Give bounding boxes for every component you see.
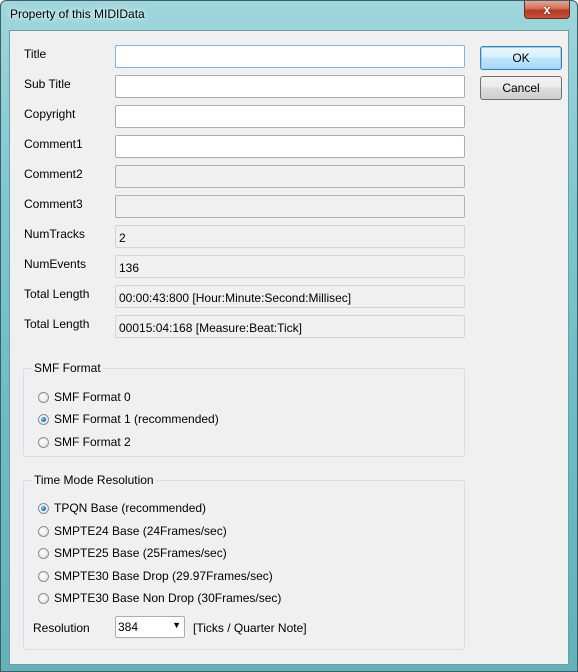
radio-icon <box>38 525 49 537</box>
numtracks-value: 2 <box>115 225 465 248</box>
numevents-value: 136 <box>115 255 465 278</box>
title-bar[interactable]: Property of this MIDIData x <box>1 1 578 27</box>
ok-button[interactable]: OK <box>480 46 562 70</box>
radio-icon <box>38 391 49 403</box>
smpte24-option[interactable]: SMPTE24 Base (24Frames/sec) <box>38 523 227 539</box>
chevron-down-icon[interactable]: ▼ <box>172 620 181 630</box>
total-length-time-label: Total Length <box>24 287 90 301</box>
smf-format-group-title: SMF Format <box>32 361 103 375</box>
radio-icon <box>38 592 49 604</box>
radio-checked-icon <box>38 502 49 514</box>
smf-format-2-label: SMF Format 2 <box>54 435 131 449</box>
numtracks-label: NumTracks <box>24 227 85 241</box>
radio-icon <box>38 570 49 582</box>
close-button[interactable]: x <box>524 1 570 19</box>
time-mode-group: Time Mode Resolution TPQN Base (recommen… <box>23 473 465 650</box>
title-label: Title <box>24 47 47 61</box>
comment2-input <box>115 165 465 188</box>
smpte25-option[interactable]: SMPTE25 Base (25Frames/sec) <box>38 545 227 561</box>
smpte25-label: SMPTE25 Base (25Frames/sec) <box>54 546 227 560</box>
title-input[interactable] <box>115 45 465 68</box>
resolution-dropdown[interactable]: 384 ▼ <box>115 616 185 638</box>
resolution-label: Resolution <box>33 621 90 635</box>
smf-format-1-option[interactable]: SMF Format 1 (recommended) <box>38 411 219 427</box>
comment2-label: Comment2 <box>24 167 83 181</box>
smpte30-nondrop-option[interactable]: SMPTE30 Base Non Drop (30Frames/sec) <box>38 590 281 606</box>
smpte24-label: SMPTE24 Base (24Frames/sec) <box>54 524 227 538</box>
total-length-measure-label: Total Length <box>24 317 90 331</box>
smf-format-0-label: SMF Format 0 <box>54 390 131 404</box>
dialog-client-area: Title Sub Title Copyright Comment1 Comme… <box>9 30 569 665</box>
copyright-input[interactable] <box>115 105 465 128</box>
radio-icon <box>38 436 49 448</box>
radio-icon <box>38 547 49 559</box>
total-length-measure-value: 00015:04:168 [Measure:Beat:Tick] <box>115 315 465 338</box>
dialog-window: Property of this MIDIData x Title Sub Ti… <box>0 0 578 672</box>
cancel-button[interactable]: Cancel <box>480 76 562 100</box>
comment1-label: Comment1 <box>24 137 83 151</box>
smpte30-nondrop-label: SMPTE30 Base Non Drop (30Frames/sec) <box>54 591 282 605</box>
smf-format-1-label: SMF Format 1 (recommended) <box>54 412 219 426</box>
copyright-label: Copyright <box>24 107 76 121</box>
tpqn-base-label: TPQN Base (recommended) <box>54 501 207 515</box>
resolution-value: 384 <box>118 620 139 634</box>
tpqn-base-option[interactable]: TPQN Base (recommended) <box>38 500 206 516</box>
smpte30-drop-option[interactable]: SMPTE30 Base Drop (29.97Frames/sec) <box>38 568 273 584</box>
smpte30-drop-label: SMPTE30 Base Drop (29.97Frames/sec) <box>54 569 273 583</box>
subtitle-input[interactable] <box>115 75 465 98</box>
smf-format-group: SMF Format SMF Format 0 SMF Format 1 (re… <box>23 361 465 457</box>
resolution-unit-label: [Ticks / Quarter Note] <box>193 621 307 635</box>
numevents-label: NumEvents <box>24 257 87 271</box>
comment3-label: Comment3 <box>24 197 83 211</box>
total-length-time-value: 00:00:43:800 [Hour:Minute:Second:Millise… <box>115 285 465 308</box>
subtitle-label: Sub Title <box>24 77 71 91</box>
close-icon: x <box>543 2 551 17</box>
window-title: Property of this MIDIData <box>10 7 145 21</box>
radio-checked-icon <box>38 413 49 425</box>
comment3-input <box>115 195 465 218</box>
comment1-input[interactable] <box>115 135 465 158</box>
time-mode-group-title: Time Mode Resolution <box>32 473 156 487</box>
smf-format-2-option[interactable]: SMF Format 2 <box>38 434 131 450</box>
smf-format-0-option[interactable]: SMF Format 0 <box>38 389 131 405</box>
